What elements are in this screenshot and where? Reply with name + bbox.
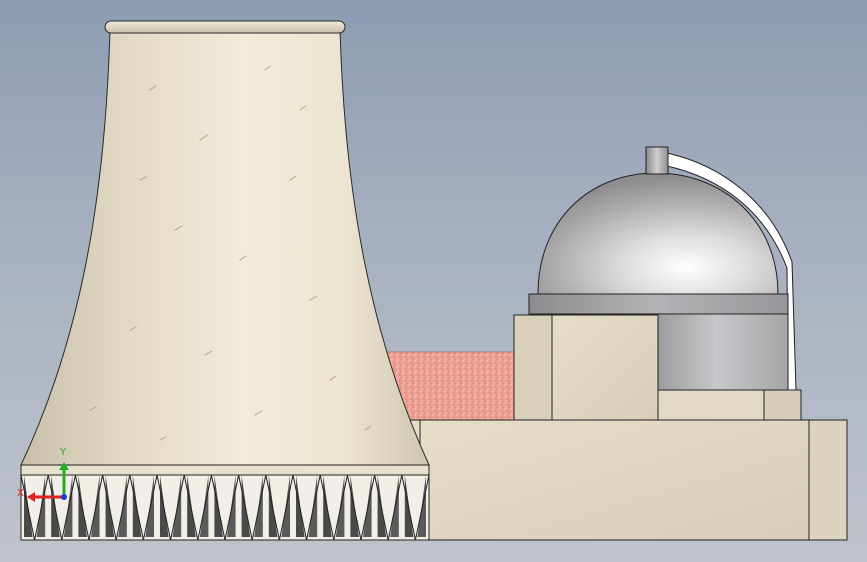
3d-viewport[interactable]: Y X [0, 0, 867, 562]
lattice-top-band [20, 464, 430, 476]
cooling-tower[interactable] [20, 20, 430, 466]
triad-x-label: X [17, 488, 24, 499]
base-platform[interactable] [404, 419, 848, 541]
model-scene[interactable]: Y X [0, 0, 867, 562]
dome-vent-pipe[interactable] [645, 146, 669, 175]
tower-base-lattice[interactable] [20, 464, 430, 541]
triad-y-label: Y [59, 447, 67, 458]
triad-z-axis [61, 494, 67, 500]
